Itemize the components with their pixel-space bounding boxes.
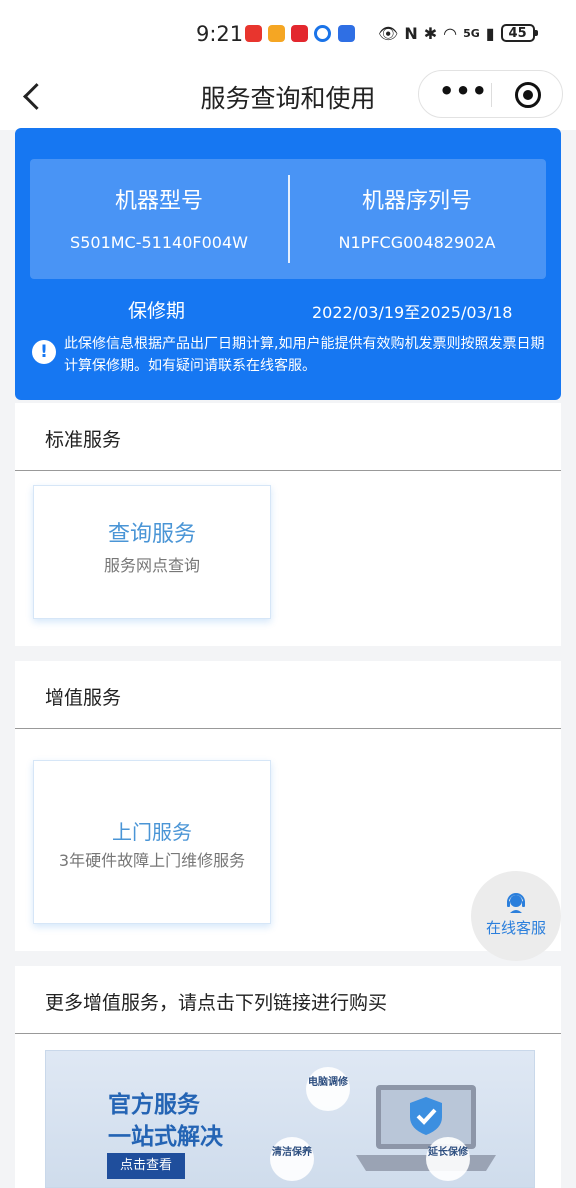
battery-level: 45 bbox=[508, 25, 527, 41]
section-header: 更多增值服务，请点击下列链接进行购买 bbox=[15, 966, 561, 1034]
network-label: 5G bbox=[463, 26, 480, 40]
banner-view-button[interactable]: 点击查看 bbox=[107, 1153, 185, 1179]
device-info-card: 机器型号 S501MC-51140F004W 机器序列号 N1PFCG00482… bbox=[15, 128, 561, 400]
model-label: 机器型号 bbox=[114, 189, 203, 214]
nav-bar: 服务查询和使用 ••• bbox=[0, 66, 576, 130]
warranty-value: 2022/03/19至2025/03/18 bbox=[312, 303, 513, 322]
laptop-illustration bbox=[356, 1085, 496, 1171]
notification-icon bbox=[338, 25, 355, 42]
bluetooth-icon: ✱ bbox=[423, 23, 438, 43]
banner-badge: 延长保修 bbox=[426, 1137, 470, 1181]
notification-icon bbox=[291, 25, 308, 42]
section-title: 更多增值服务，请点击下列链接进行购买 bbox=[45, 992, 388, 1014]
nfc-icon: N bbox=[404, 23, 418, 43]
miniapp-capsule: ••• bbox=[418, 70, 563, 118]
device-id-box: 机器型号 S501MC-51140F004W 机器序列号 N1PFCG00482… bbox=[30, 159, 546, 279]
section-title: 增值服务 bbox=[45, 687, 122, 709]
eye-icon: 👁 bbox=[378, 23, 399, 43]
status-time: 9:21 bbox=[196, 22, 244, 46]
online-service-label: 在线客服 bbox=[485, 919, 546, 937]
official-service-banner[interactable]: 官方服务 一站式解决 点击查看 电脑调修 清洁保养 延长保修 bbox=[45, 1050, 535, 1188]
model-value: S501MC-51140F004W bbox=[70, 233, 248, 252]
query-service-card[interactable]: 查询服务 服务网点查询 bbox=[33, 485, 271, 619]
banner-title-line1: 官方服务 bbox=[108, 1092, 200, 1118]
banner-badge: 电脑调修 bbox=[306, 1067, 350, 1111]
serial-label: 机器序列号 bbox=[361, 189, 472, 214]
capsule-divider bbox=[491, 83, 492, 107]
online-service-button[interactable]: 在线客服 bbox=[471, 871, 561, 961]
card-subtitle: 服务网点查询 bbox=[103, 556, 200, 575]
signal-icon: ▮ bbox=[485, 23, 495, 43]
notification-icon bbox=[314, 25, 331, 42]
banner-title-line2: 一站式解决 bbox=[108, 1124, 223, 1150]
wifi-icon: ◠ bbox=[443, 23, 458, 43]
banner-badge: 清洁保养 bbox=[270, 1137, 314, 1181]
card-title: 上门服务 bbox=[112, 820, 192, 844]
section-header: 增值服务 bbox=[15, 661, 561, 729]
notification-icon bbox=[245, 25, 262, 42]
card-title: 查询服务 bbox=[107, 522, 196, 547]
notification-icon bbox=[268, 25, 285, 42]
serial-value: N1PFCG00482902A bbox=[338, 233, 496, 252]
card-subtitle: 3年硬件故障上门维修服务 bbox=[58, 851, 246, 870]
section-title: 标准服务 bbox=[45, 429, 122, 451]
more-dots-icon[interactable]: ••• bbox=[439, 79, 487, 105]
warranty-notice: 此保修信息根据产品出厂日期计算,如用户能提供有效购机发票则按照发票日期计算保修期… bbox=[64, 336, 545, 374]
target-icon[interactable] bbox=[515, 82, 541, 108]
warranty-label: 保修期 bbox=[128, 300, 186, 322]
status-bar: 9:21 👁 N ✱ ◠ 5G ▮ 45 bbox=[0, 0, 576, 66]
standard-service-section: 标准服务 查询服务 服务网点查询 bbox=[15, 403, 561, 646]
exclamation-icon: ! bbox=[32, 340, 56, 364]
section-header: 标准服务 bbox=[15, 403, 561, 471]
headset-icon bbox=[507, 893, 525, 913]
battery-icon: 45 bbox=[500, 24, 538, 42]
onsite-service-card[interactable]: 上门服务 3年硬件故障上门维修服务 bbox=[33, 760, 271, 924]
system-icons: 👁 N ✱ ◠ 5G ▮ 45 bbox=[378, 20, 538, 46]
